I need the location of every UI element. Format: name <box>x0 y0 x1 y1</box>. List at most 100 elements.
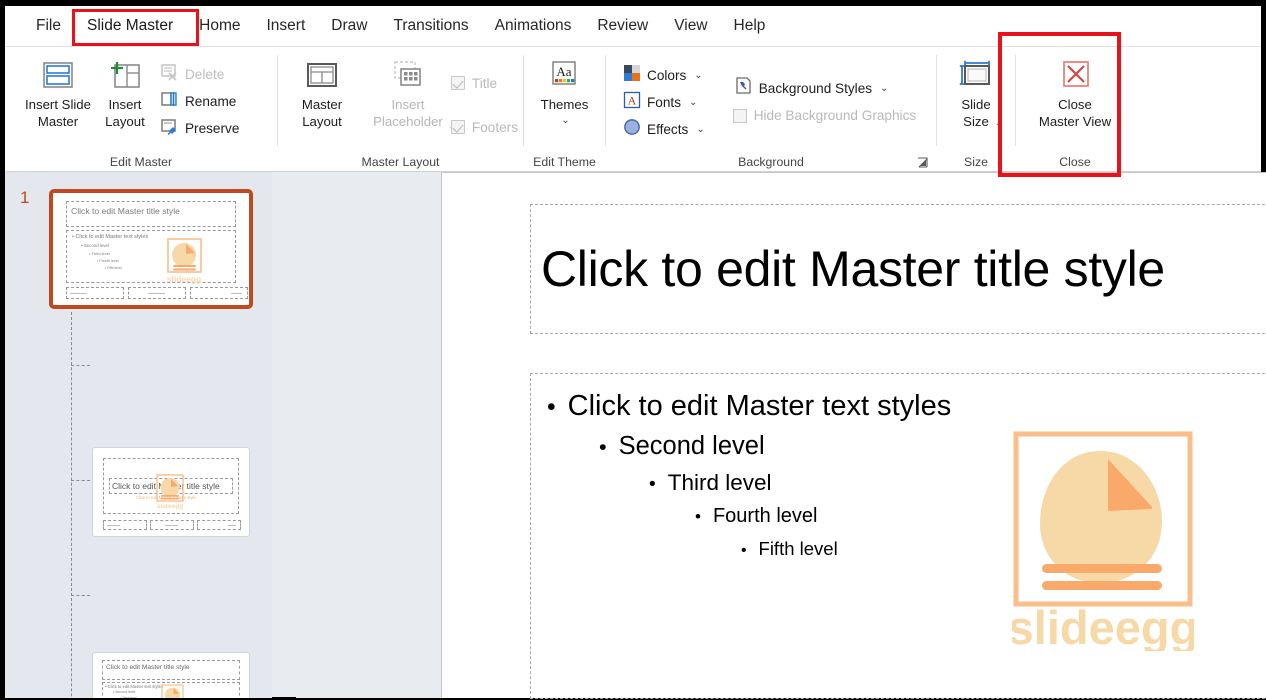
preserve-master-button[interactable]: Preserve <box>155 115 244 142</box>
insert-layout-icon <box>108 55 142 95</box>
hide-background-graphics-label: Hide Background Graphics <box>753 108 917 123</box>
svg-text:A: A <box>628 93 637 107</box>
thumb1-slideegg-logo: slideegg <box>167 238 202 284</box>
powerpoint-window: File Slide Master Home Insert Draw Transition… <box>0 0 1266 700</box>
fonts-icon: A <box>623 91 641 114</box>
ribbon-tab-draw[interactable]: Draw <box>318 13 380 39</box>
bullet-level-3: • <box>649 474 656 495</box>
title-checkbox-row[interactable]: Title <box>446 69 523 97</box>
layout-connector-h-4 <box>71 595 90 596</box>
themes-label: Themes <box>540 97 589 112</box>
ribbon-tab-home[interactable]: Home <box>186 13 253 39</box>
insert-slide-master-button[interactable]: Insert Slide Master <box>19 53 97 132</box>
insert-placeholder-label: Insert Placeholder <box>373 97 443 129</box>
thumb2-footer-bar-2 <box>165 524 178 526</box>
slide-thumbnail-pane[interactable]: 1 Click to edit Master title style • Cli… <box>5 172 272 698</box>
fonts-label: Fonts <box>647 94 681 110</box>
slide-size-chevron-icon[interactable]: ⌄ <box>995 118 1003 129</box>
bullet-level-2: • <box>599 434 607 459</box>
ribbon-tab-bar: File Slide Master Home Insert Draw Transition… <box>5 6 1261 46</box>
theme-colors-button[interactable]: Colors ⌄ <box>618 62 710 89</box>
svg-text:slideegg: slideegg <box>167 274 201 284</box>
theme-fonts-button[interactable]: A Fonts ⌄ <box>618 89 710 116</box>
theme-effects-button[interactable]: Effects ⌄ <box>618 116 710 143</box>
ribbon-tab-slide-master[interactable]: Slide Master <box>74 13 186 45</box>
ribbon-tab-transitions[interactable]: Transitions <box>380 13 481 39</box>
ribbon-tab-view[interactable]: View <box>661 13 720 39</box>
group-label-background: Background <box>738 155 804 169</box>
themes-chevron-icon[interactable]: ⌄ <box>561 115 569 126</box>
master-text-level-4-label: Fourth level <box>712 505 818 527</box>
thumb2-slideegg-logo: slideegg <box>156 474 184 510</box>
layout-connector-vertical <box>71 312 72 698</box>
footers-checkbox-row[interactable]: Footers <box>446 113 523 141</box>
bullet-level-1: • <box>547 394 556 421</box>
ribbon: Insert Slide Master Insert Layout Delete… <box>5 46 1261 171</box>
master-layout-button[interactable]: Master Layout <box>294 53 350 132</box>
title-checkbox[interactable] <box>450 76 465 90</box>
master-layout-label: Master Layout <box>301 97 343 129</box>
ribbon-group-size: Slide Size ⌄ Size <box>937 47 1015 172</box>
thumb2-footer-bar-1 <box>107 524 120 526</box>
slide-size-icon <box>954 55 998 95</box>
group-label-close: Close <box>1059 155 1091 169</box>
rename-master-button[interactable]: Rename <box>155 88 244 115</box>
editor-body: 1 Click to edit Master title style • Cli… <box>5 171 1266 699</box>
insert-layout-label: Insert Layout <box>105 97 145 129</box>
thumbnail-title-slide-layout[interactable]: Click to edit Master title style Click t… <box>92 447 250 537</box>
insert-slide-master-icon <box>41 55 75 95</box>
colors-label: Colors <box>647 67 687 83</box>
footers-checkbox[interactable] <box>450 120 465 134</box>
ribbon-tab-insert[interactable]: Insert <box>254 13 319 39</box>
master-text-level-2-label: Second level <box>618 432 765 460</box>
master-layout-icon <box>303 55 341 95</box>
ribbon-tab-file[interactable]: File <box>23 13 74 39</box>
thumb1-lvl3: • Third level <box>89 251 110 256</box>
background-styles-button[interactable]: Background Styles ⌄ <box>728 75 921 102</box>
ribbon-tabs: File Slide Master Home Insert Draw Transition… <box>5 6 1261 46</box>
background-styles-label: Background Styles <box>758 80 873 96</box>
thumb3-title-text: Click to edit Master title style <box>106 664 190 671</box>
preserve-pin-icon <box>160 117 179 140</box>
effects-chevron-icon[interactable]: ⌄ <box>696 124 704 135</box>
thumbnail-title-and-content-layout[interactable]: Click to edit Master title style • Click… <box>92 652 250 698</box>
preserve-label: Preserve <box>184 120 240 136</box>
background-styles-icon <box>733 76 753 100</box>
ribbon-tab-help[interactable]: Help <box>721 13 779 39</box>
thumbnail-slide-master[interactable]: Click to edit Master title style • Click… <box>49 189 253 309</box>
ribbon-group-background: Colors ⌄ A Fonts ⌄ Effects ⌄ Background … <box>606 47 936 172</box>
fonts-chevron-icon[interactable]: ⌄ <box>689 97 697 108</box>
colors-icon <box>623 64 641 87</box>
themes-button[interactable]: Aa Themes ⌄ <box>535 53 595 126</box>
thumb1-title-text: Click to edit Master title style <box>71 206 180 216</box>
group-label-edit-theme: Edit Theme <box>533 155 596 169</box>
layout-connector-h-3 <box>71 480 90 481</box>
colors-chevron-icon[interactable]: ⌄ <box>694 70 702 81</box>
delete-icon <box>160 63 179 86</box>
insert-layout-button[interactable]: Insert Layout <box>97 53 153 132</box>
background-dialog-launcher[interactable] <box>916 156 930 170</box>
close-master-view-button[interactable]: Close Master View <box>1033 53 1117 132</box>
thumb1-footer-bar-3 <box>231 292 242 294</box>
group-label-edit-master: Edit Master <box>109 155 173 169</box>
slide-number-1: 1 <box>20 188 30 207</box>
ribbon-group-edit-theme: Aa Themes ⌄ Edit Theme <box>524 47 605 172</box>
bullet-level-5: • <box>741 542 747 559</box>
thumb1-lvl5: • Fifth level <box>105 266 122 270</box>
title-checkbox-label: Title <box>471 75 498 91</box>
ribbon-tab-animations[interactable]: Animations <box>482 13 585 39</box>
ribbon-tab-review[interactable]: Review <box>584 13 661 39</box>
thumb1-body-text: • Click to edit Master text styles <box>72 234 149 240</box>
master-title-placeholder[interactable]: Click to edit Master title style <box>530 204 1266 334</box>
ribbon-group-master-layout: Master Layout Insert Placeholder Title F… <box>278 47 523 172</box>
slide-editing-surface[interactable]: Click to edit Master title style • Click… <box>441 172 1266 699</box>
slideegg-wordmark: slideegg <box>1012 601 1194 651</box>
delete-label: Delete <box>184 66 225 82</box>
thumb1-footer-bar-1 <box>70 292 87 294</box>
rename-icon <box>160 90 179 113</box>
ribbon-group-close: Close Master View Close <box>1016 47 1134 172</box>
background-styles-chevron-icon[interactable]: ⌄ <box>880 83 888 94</box>
thumb2-footer-bar-3 <box>228 524 236 526</box>
slide-size-button[interactable]: Slide Size ⌄ <box>943 53 1009 133</box>
insert-slide-master-label: Insert Slide Master <box>25 97 91 129</box>
